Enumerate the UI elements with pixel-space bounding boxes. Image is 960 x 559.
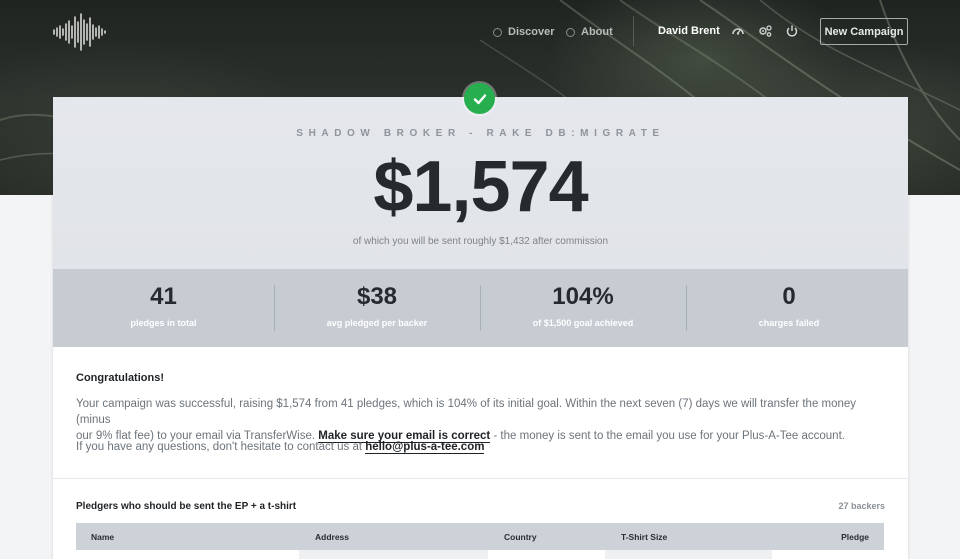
top-nav: Discover About David Brent New Campaign [0, 0, 960, 64]
amount-raised: $1,574 [373, 147, 588, 227]
stat-pledges: 41 pledges in total [53, 269, 274, 347]
campaign-summary-card: SHADOW BROKER - RAKE DB:MIGRATE $1,574 o… [53, 83, 908, 559]
column-header-name[interactable]: Name [91, 532, 114, 542]
stat-value: 41 [150, 283, 177, 310]
stat-avg-pledge: $38 avg pledged per backer [274, 269, 480, 347]
nav-about-label: About [581, 26, 613, 38]
table-row[interactable] [299, 550, 488, 559]
stat-label: avg pledged per backer [326, 318, 428, 328]
amount-after-commission: of which you will be sent roughly $1,432… [352, 236, 609, 247]
backers-count: 27 backers [838, 501, 885, 511]
user-name[interactable]: David Brent [658, 25, 720, 37]
table-row[interactable] [605, 550, 772, 559]
stat-label: pledges in total [130, 318, 197, 328]
payout-text-1: Your campaign was successful, raising $1… [76, 398, 857, 426]
nav-discover-link[interactable]: Discover [493, 24, 554, 40]
contact-email-link[interactable]: hello@plus-a-tee.com [365, 441, 485, 454]
nav-discover-label: Discover [508, 26, 555, 38]
pledgers-title: Pledgers who should be sent the EP + a t… [76, 501, 297, 512]
stat-label: charges failed [758, 318, 820, 328]
compass-icon [493, 27, 502, 37]
column-header-tshirt-size[interactable]: T-Shirt Size [621, 532, 667, 542]
contact-text: If you have any questions, don't hesitat… [76, 441, 363, 453]
soundwave-logo-icon[interactable] [52, 13, 108, 51]
congrats-heading: Congratulations! [76, 372, 164, 384]
stats-band: 41 pledges in total $38 avg pledged per … [53, 269, 908, 347]
nav-about-link[interactable]: About [566, 24, 613, 40]
stat-value: 0 [782, 283, 796, 310]
pledgers-table-header: Name Address Country T-Shirt Size Pledge [76, 523, 884, 550]
stat-label: of $1,500 goal achieved [532, 318, 634, 328]
section-divider [53, 478, 908, 479]
column-header-pledge[interactable]: Pledge [841, 532, 869, 542]
stat-failed-charges: 0 charges failed [686, 269, 892, 347]
power-logout-icon[interactable] [785, 24, 799, 38]
stat-goal: 104% of $1,500 goal achieved [480, 269, 686, 347]
success-check-icon [464, 83, 495, 114]
campaign-header: SHADOW BROKER - RAKE DB:MIGRATE $1,574 o… [53, 97, 908, 269]
campaign-title: SHADOW BROKER - RAKE DB:MIGRATE [296, 128, 665, 139]
payout-text-3: - the money is sent to the email you use… [493, 430, 845, 442]
dashboard-gauge-icon[interactable] [731, 24, 745, 38]
column-header-country[interactable]: Country [504, 532, 537, 542]
nav-divider [633, 16, 634, 46]
stat-value: 104% [552, 283, 614, 310]
payout-paragraph: Your campaign was successful, raising $1… [76, 396, 886, 444]
settings-gears-icon[interactable] [758, 24, 772, 38]
info-icon [566, 27, 575, 37]
contact-paragraph: If you have any questions, don't hesitat… [76, 439, 485, 455]
stat-value: $38 [356, 283, 398, 310]
new-campaign-button[interactable]: New Campaign [820, 18, 908, 45]
column-header-address[interactable]: Address [315, 532, 349, 542]
